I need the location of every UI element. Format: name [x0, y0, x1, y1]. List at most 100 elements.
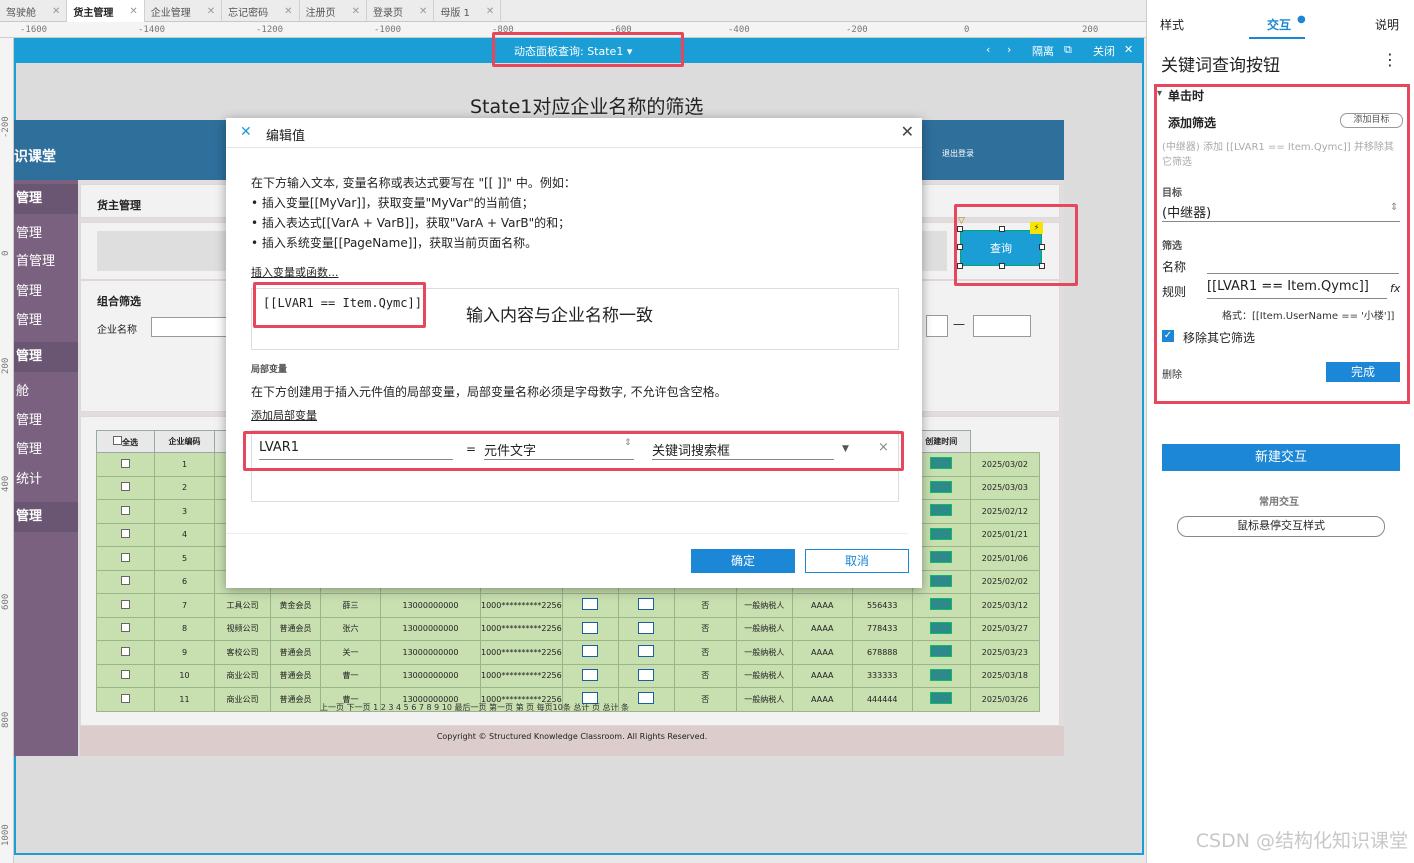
- document-tab[interactable]: 驾驶舱 ✕: [0, 0, 68, 22]
- done-button[interactable]: 完成: [1326, 362, 1400, 382]
- remove-other-checkbox[interactable]: ✓: [1162, 330, 1174, 342]
- id-card-icon[interactable]: [582, 668, 599, 681]
- more-options-icon[interactable]: ⋮: [1382, 50, 1398, 69]
- document-tab[interactable]: 注册页 ✕: [300, 0, 367, 22]
- pagination[interactable]: 上一页 下一页 1 2 3 4 5 6 7 8 9 10 最后一页 第一页 第 …: [320, 702, 629, 713]
- id-card-icon[interactable]: [582, 598, 599, 611]
- tab-close-icon[interactable]: ✕: [52, 6, 60, 17]
- row-checkbox[interactable]: [121, 623, 130, 633]
- company-name-input[interactable]: [151, 317, 231, 337]
- row-checkbox[interactable]: [121, 599, 130, 609]
- isolate-icon[interactable]: ⧉: [1064, 43, 1072, 57]
- add-target-button[interactable]: 添加目标: [1340, 113, 1403, 128]
- state-prev-icon[interactable]: ‹: [986, 43, 990, 56]
- logout-link[interactable]: 退出登录: [942, 148, 974, 159]
- collapse-arrow-icon[interactable]: ▾: [1157, 88, 1162, 99]
- id-card-icon[interactable]: [582, 621, 599, 634]
- license-icon[interactable]: [638, 692, 655, 705]
- row-checkbox[interactable]: [121, 458, 130, 468]
- tab-close-icon[interactable]: ✕: [207, 6, 215, 17]
- document-tab[interactable]: 货主管理 ✕: [67, 0, 145, 22]
- sidebar-item[interactable]: 管理: [14, 222, 78, 241]
- business-license-image-icon[interactable]: [930, 527, 953, 540]
- license-icon[interactable]: [638, 621, 655, 634]
- tab-notes[interactable]: 说明: [1375, 16, 1399, 33]
- license-icon[interactable]: [638, 668, 655, 681]
- hover-style-button[interactable]: 鼠标悬停交互样式: [1177, 516, 1385, 537]
- business-license-image-icon[interactable]: [930, 645, 953, 658]
- action-add-filter[interactable]: 添加筛选: [1168, 114, 1216, 131]
- business-license-image-icon[interactable]: [930, 480, 953, 493]
- function-fx-icon[interactable]: fx: [1390, 282, 1400, 295]
- business-license-image-icon[interactable]: [930, 598, 953, 611]
- table-header-cell[interactable]: 全选: [96, 430, 155, 453]
- close-icon[interactable]: ✕: [1124, 43, 1133, 56]
- widget-name[interactable]: 关键词查询按钮: [1161, 51, 1280, 76]
- document-tab[interactable]: 企业管理 ✕: [145, 0, 223, 22]
- range-end-input[interactable]: [973, 315, 1031, 337]
- ruler-tick: 0: [964, 25, 970, 35]
- business-license-image-icon[interactable]: [930, 457, 953, 470]
- row-checkbox[interactable]: [121, 552, 130, 562]
- sidebar-item[interactable]: 管理: [14, 184, 78, 214]
- row-checkbox[interactable]: [121, 505, 130, 515]
- business-license-image-icon[interactable]: [930, 621, 953, 634]
- business-license-image-icon[interactable]: [930, 504, 953, 517]
- sidebar-item[interactable]: 管理: [14, 280, 78, 299]
- row-checkbox[interactable]: [121, 670, 130, 680]
- insert-variable-link[interactable]: 插入变量或函数...: [251, 264, 339, 280]
- tab-style[interactable]: 样式: [1160, 16, 1184, 33]
- select-all-checkbox[interactable]: [113, 435, 122, 445]
- row-checkbox[interactable]: [121, 482, 130, 492]
- new-interaction-button[interactable]: 新建交互: [1162, 444, 1400, 471]
- row-checkbox[interactable]: [121, 576, 130, 586]
- tab-close-icon[interactable]: ✕: [486, 6, 494, 17]
- document-tab[interactable]: 母版 1 ✕: [434, 0, 502, 22]
- state-next-icon[interactable]: ›: [1007, 43, 1011, 56]
- sidebar-item[interactable]: 管理: [14, 342, 78, 372]
- add-local-variable-link[interactable]: 添加局部变量: [251, 407, 317, 423]
- table-cell: 薛三: [320, 593, 381, 618]
- tab-close-icon[interactable]: ✕: [419, 6, 427, 17]
- license-icon[interactable]: [638, 598, 655, 611]
- tab-close-icon[interactable]: ✕: [129, 6, 137, 17]
- business-license-image-icon[interactable]: [930, 668, 953, 681]
- document-tab[interactable]: 登录页 ✕: [367, 0, 435, 22]
- table-cell: [96, 663, 155, 688]
- sidebar-item[interactable]: 管理: [14, 309, 78, 328]
- delete-link[interactable]: 删除: [1162, 366, 1182, 381]
- business-license-image-icon[interactable]: [930, 574, 953, 587]
- license-icon[interactable]: [638, 645, 655, 658]
- row-checkbox[interactable]: [121, 693, 130, 703]
- sidebar-item[interactable]: 管理: [14, 438, 78, 457]
- table-cell: [96, 687, 155, 712]
- cell-text: 否: [701, 694, 710, 704]
- row-checkbox[interactable]: [121, 529, 130, 539]
- ok-button[interactable]: 确定: [691, 549, 795, 573]
- tab-close-icon[interactable]: ✕: [284, 6, 292, 17]
- business-license-image-icon[interactable]: [930, 551, 953, 564]
- tab-interactions[interactable]: 交互: [1267, 16, 1291, 33]
- edit-value-dialog: ✕ 编辑值 ✕ 在下方输入文本, 变量名称或表达式要写在 "[[ ]]" 中。例…: [226, 118, 922, 588]
- dialog-close-icon[interactable]: ✕: [901, 122, 914, 141]
- close-panel-button[interactable]: 关闭: [1093, 43, 1115, 59]
- filter-name-input[interactable]: [1207, 254, 1399, 274]
- cancel-button[interactable]: 取消: [805, 549, 909, 573]
- sidebar-item[interactable]: 管理: [14, 409, 78, 428]
- select-spinner-icon[interactable]: ⇕: [1390, 202, 1398, 213]
- event-onclick[interactable]: 单击时: [1168, 87, 1204, 104]
- business-license-image-icon[interactable]: [930, 692, 953, 705]
- tab-close-icon[interactable]: ✕: [352, 6, 360, 17]
- document-tab[interactable]: 忘记密码 ✕: [222, 0, 300, 22]
- sidebar-item[interactable]: 首管理: [14, 250, 78, 269]
- sidebar-item[interactable]: 统计: [14, 468, 78, 487]
- row-checkbox[interactable]: [121, 646, 130, 656]
- target-select[interactable]: (中继器): [1162, 202, 1400, 222]
- sidebar-item[interactable]: 管理: [14, 502, 78, 532]
- sidebar-item[interactable]: 舱: [14, 380, 78, 399]
- filter-rule-input[interactable]: [[LVAR1 == Item.Qymc]]: [1207, 279, 1387, 299]
- tab-label: 忘记密码: [228, 7, 269, 19]
- isolate-button[interactable]: 隔离: [1032, 43, 1054, 59]
- range-start-input[interactable]: [926, 315, 948, 337]
- id-card-icon[interactable]: [582, 645, 599, 658]
